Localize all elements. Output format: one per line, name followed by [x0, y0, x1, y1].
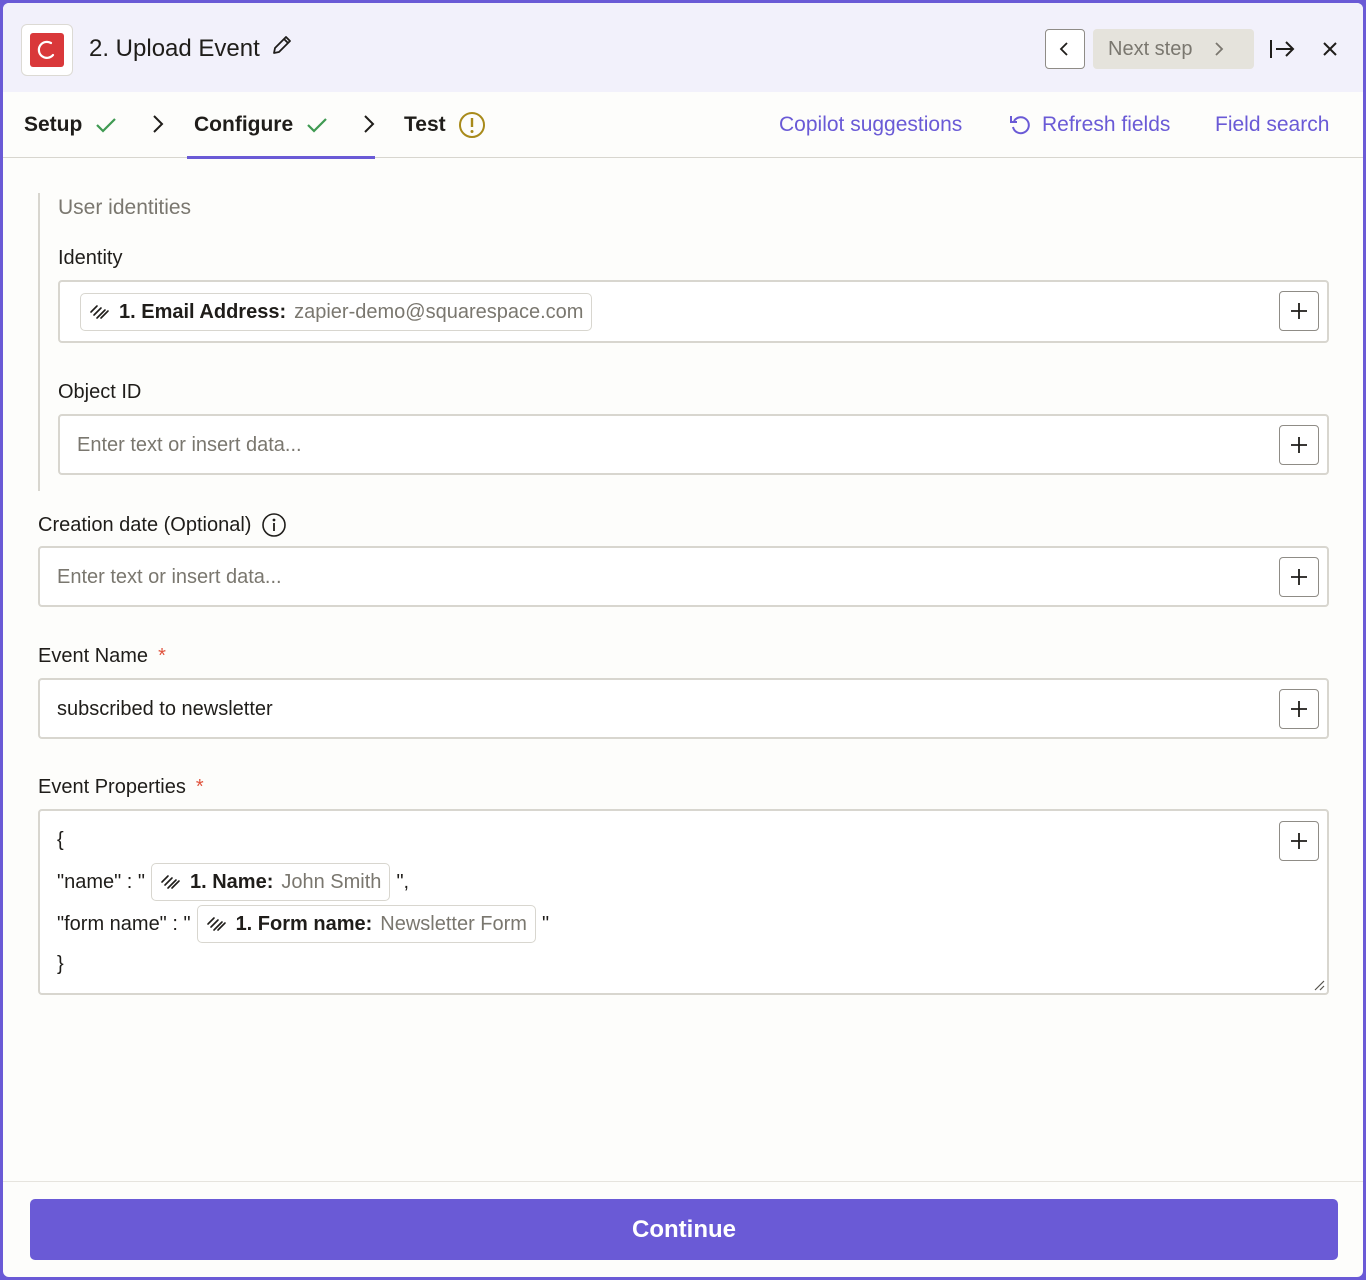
code-line: "form name" : " 1. Form name: Newsletter… — [57, 905, 549, 943]
refresh-fields-label: Refresh fields — [1042, 113, 1171, 136]
name-key-text: "name" : " — [57, 870, 145, 893]
event-name-label: Event Name — [38, 645, 149, 667]
event-properties-textarea[interactable]: { "name" : " 1. Name: John Smith ", "for… — [38, 809, 1329, 995]
event-name-label-row: Event Name * — [38, 645, 166, 668]
arrow-right-to-line-icon — [1270, 40, 1295, 58]
footer-divider — [3, 1181, 1363, 1182]
continue-label: Continue — [632, 1215, 736, 1243]
edit-pencil-icon[interactable] — [270, 33, 294, 64]
continue-button[interactable]: Continue — [30, 1199, 1338, 1260]
group-divider — [38, 193, 40, 491]
copilot-suggestions-link[interactable]: Copilot suggestions — [779, 92, 962, 158]
creation-date-input[interactable]: Enter text or insert data... — [38, 546, 1329, 607]
squarespace-icon — [90, 305, 109, 319]
open-brace: { — [57, 829, 64, 851]
identity-pill-key: 1. Email Address: — [119, 300, 287, 323]
tab-setup[interactable]: Setup — [24, 92, 118, 158]
creation-date-label: Creation date (Optional) — [38, 513, 252, 536]
creation-date-placeholder: Enter text or insert data... — [57, 566, 282, 588]
identity-label: Identity — [58, 247, 123, 269]
resize-handle-icon[interactable] — [1313, 979, 1325, 991]
info-icon[interactable] — [261, 512, 287, 538]
tab-configure-label: Configure — [194, 113, 294, 136]
object-id-placeholder: Enter text or insert data... — [77, 434, 302, 456]
check-icon — [307, 118, 327, 133]
section-title: User identities — [58, 196, 192, 219]
refresh-icon — [1010, 116, 1030, 135]
name-pill-value: John Smith — [281, 870, 382, 893]
check-icon — [96, 118, 117, 133]
app-logo — [21, 24, 73, 76]
tab-setup-label: Setup — [24, 113, 83, 136]
close-brace: } — [57, 953, 64, 975]
previous-step-button[interactable] — [1045, 29, 1085, 69]
form-name-suffix-text: " — [541, 912, 550, 935]
copilot-suggestions-label: Copilot suggestions — [779, 113, 963, 136]
required-marker: * — [158, 645, 166, 667]
plus-icon — [1291, 569, 1307, 585]
identity-field[interactable]: 1. Email Address: zapier-demo@squarespac… — [58, 280, 1329, 343]
app-logo-icon — [30, 33, 64, 67]
squarespace-icon — [161, 875, 180, 889]
field-search-label: Field search — [1215, 113, 1330, 136]
name-suffix-text: ", — [396, 870, 410, 893]
object-id-input[interactable]: Enter text or insert data... — [58, 414, 1329, 475]
next-step-button[interactable]: Next step — [1093, 29, 1254, 69]
creation-date-label-row: Creation date (Optional) — [38, 512, 287, 538]
insert-data-button[interactable] — [1279, 821, 1319, 861]
next-step-label: Next step — [1108, 37, 1193, 60]
squarespace-icon — [206, 917, 226, 931]
chevron-right-icon — [153, 115, 164, 133]
tab-test[interactable]: Test — [404, 92, 486, 158]
event-name-input[interactable]: subscribed to newsletter — [38, 678, 1329, 739]
insert-data-button[interactable] — [1279, 557, 1319, 597]
plus-icon — [1291, 303, 1307, 319]
form-name-pill-key: 1. Form name: — [235, 912, 373, 935]
required-marker: * — [195, 776, 204, 798]
chevron-right-icon — [364, 115, 375, 133]
field-search-link[interactable]: Field search — [1215, 92, 1329, 158]
object-id-label: Object ID — [58, 381, 142, 403]
tab-configure[interactable]: Configure — [186, 92, 376, 159]
chevron-right-icon — [1215, 42, 1224, 56]
identity-data-pill[interactable]: 1. Email Address: zapier-demo@squarespac… — [80, 293, 593, 331]
warning-circle-icon — [458, 112, 485, 138]
event-properties-label-row: Event Properties * — [38, 776, 204, 799]
code-line: } — [57, 953, 64, 976]
chevron-left-icon — [1059, 42, 1068, 56]
refresh-fields-link[interactable]: Refresh fields — [1008, 92, 1170, 158]
form-name-pill-value: Newsletter Form — [380, 912, 527, 935]
form-name-data-pill[interactable]: 1. Form name: Newsletter Form — [196, 905, 536, 943]
code-line: { — [57, 829, 64, 852]
plus-icon — [1291, 833, 1307, 849]
panel-header: 2. Upload Event Next step — [3, 3, 1363, 92]
identity-pill-value: zapier-demo@squarespace.com — [294, 300, 584, 323]
close-icon — [1323, 42, 1337, 56]
step-title-text: 2. Upload Event — [89, 34, 260, 62]
step-tabs: Setup Configure Test Copilot suggestions… — [3, 92, 1363, 159]
plus-icon — [1291, 437, 1307, 453]
code-line: "name" : " 1. Name: John Smith ", — [57, 863, 409, 901]
event-name-value: subscribed to newsletter — [57, 698, 273, 720]
name-pill-key: 1. Name: — [190, 870, 274, 893]
form-name-key-text: "form name" : " — [57, 912, 191, 935]
event-properties-label: Event Properties — [38, 776, 186, 798]
step-editor-panel: 2. Upload Event Next step Setup Configur… — [3, 3, 1363, 1277]
plus-icon — [1291, 701, 1307, 717]
tab-test-label: Test — [404, 113, 446, 136]
insert-data-button[interactable] — [1279, 689, 1319, 729]
close-button[interactable] — [1316, 35, 1344, 63]
insert-data-button[interactable] — [1279, 425, 1319, 465]
insert-data-button[interactable] — [1279, 291, 1319, 331]
name-data-pill[interactable]: 1. Name: John Smith — [151, 863, 391, 901]
collapse-panel-button[interactable] — [1267, 35, 1297, 63]
step-title[interactable]: 2. Upload Event — [89, 33, 294, 64]
